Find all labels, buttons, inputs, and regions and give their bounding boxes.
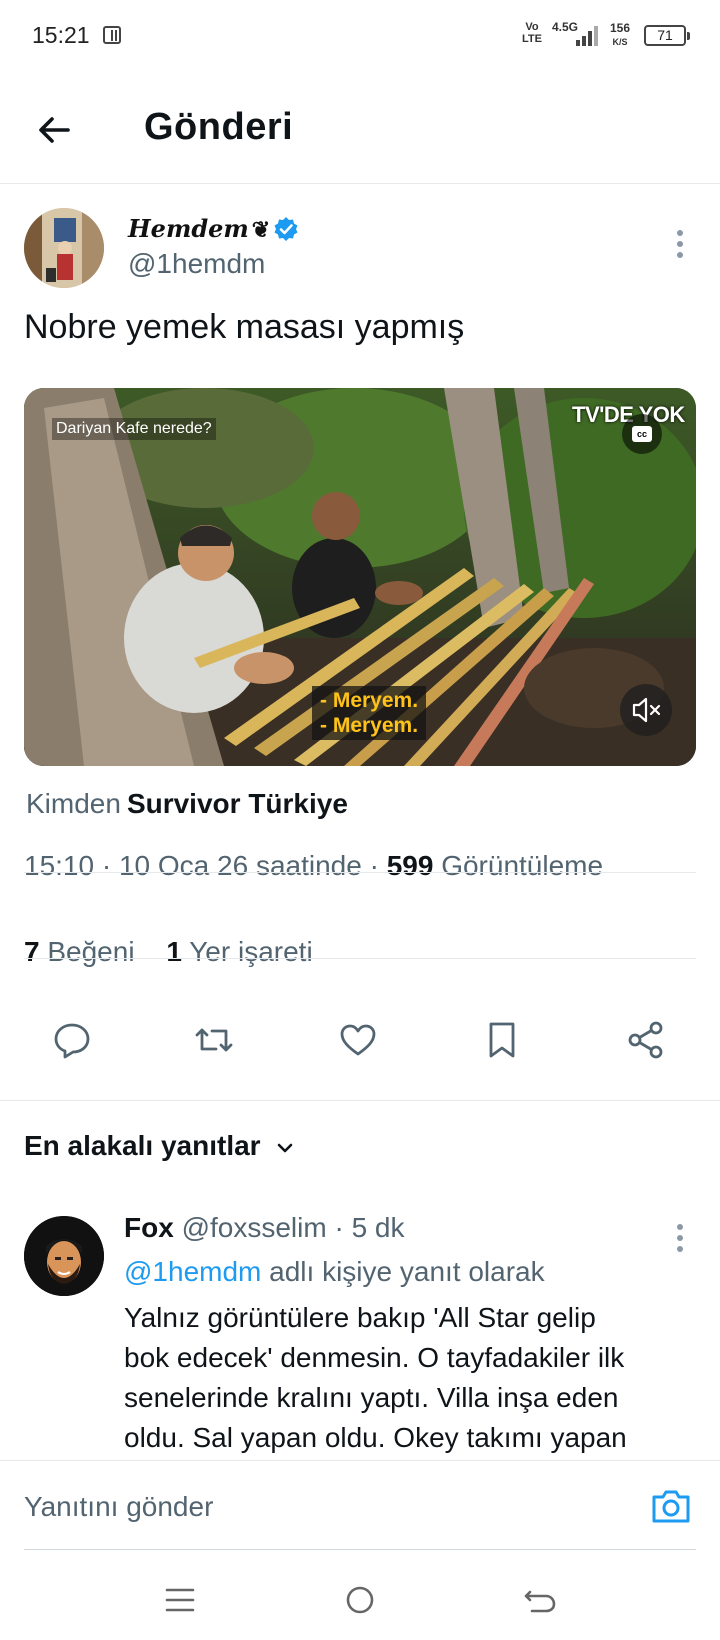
battery-level: 71	[657, 27, 673, 43]
avatar-image	[24, 208, 104, 288]
menu-icon	[165, 1588, 195, 1612]
likes-label: Beğeni	[47, 936, 135, 967]
reply-header: Fox @foxsselim · 5 dk	[124, 1212, 405, 1243]
page-title: Gönderi	[144, 106, 294, 148]
subtitle-line: - Meryem.	[320, 714, 419, 737]
camera-button[interactable]	[650, 1487, 692, 1525]
share-icon	[628, 1021, 663, 1059]
closed-captions-button[interactable]: cc	[622, 414, 662, 454]
reply-time[interactable]: 5 dk	[352, 1212, 405, 1243]
video-caption-top: Dariyan Kafe nerede?	[52, 418, 216, 440]
arrow-left-icon	[39, 117, 70, 143]
home-button[interactable]	[338, 1578, 382, 1622]
reply-more-options-button[interactable]	[664, 1218, 696, 1258]
replies-sort-label: En alakalı yanıtlar	[24, 1130, 261, 1161]
volte-indicator: Vo LTE	[522, 21, 542, 45]
back-button[interactable]	[30, 106, 78, 154]
divider	[24, 958, 696, 959]
recent-apps-button[interactable]	[158, 1578, 202, 1622]
back-arrow-icon	[524, 1590, 556, 1613]
bookmark-icon	[489, 1022, 515, 1058]
bookmarks-stat[interactable]: 1 Yer işareti	[166, 936, 312, 967]
reply-text-line: bok edecek' denmesin. O tayfadakiler ilk	[124, 1342, 625, 1373]
likes-count: 7	[24, 936, 40, 967]
volume-muted-icon	[632, 697, 661, 723]
chevron-down-icon	[278, 1143, 293, 1152]
divider	[24, 872, 696, 873]
back-nav-button[interactable]	[518, 1578, 562, 1622]
video-player[interactable]: Dariyan Kafe nerede? TV'DE YOK cc - Mery…	[24, 388, 696, 766]
bookmarks-label: Yer işareti	[189, 936, 313, 967]
status-bar: 15:21 Vo LTE 4.5G 156 K/S 71	[0, 0, 720, 72]
author-handle[interactable]: @1hemdm	[128, 248, 265, 280]
post-text: Nobre yemek masası yapmış	[24, 308, 465, 346]
post-metadata: 15:10 · 10 Oca 26 saatinde · 599 Görüntü…	[24, 850, 604, 881]
like-icon	[340, 1024, 376, 1056]
verified-badge-icon	[274, 217, 298, 241]
signal-icon	[576, 24, 598, 46]
status-time: 15:21	[32, 22, 90, 48]
avatar-image	[24, 1216, 104, 1296]
post-source: Kimden Survivor Türkiye	[26, 788, 348, 819]
battery-icon: 71	[644, 25, 690, 46]
reply-text-line: senelerinde kralını yaptı. Villa inşa ed…	[124, 1382, 619, 1413]
likes-stat[interactable]: 7 Beğeni	[24, 936, 142, 967]
post-date[interactable]: 10 Oca 26 saatinde	[119, 850, 362, 881]
retweet-icon	[195, 1028, 233, 1052]
reply-author-avatar[interactable]	[24, 1216, 104, 1296]
reply-mention-link[interactable]: @1hemdm	[124, 1256, 261, 1287]
reply-input[interactable]	[24, 1485, 624, 1529]
home-circle-icon	[346, 1586, 374, 1614]
author-avatar[interactable]	[24, 208, 104, 288]
retweet-button[interactable]	[190, 1016, 238, 1064]
cc-icon: cc	[632, 426, 652, 442]
post-stats: 7 Beğeni 1 Yer işareti	[24, 936, 337, 968]
like-button[interactable]	[334, 1016, 382, 1064]
network-type: 4.5G	[552, 20, 579, 34]
reply-icon	[54, 1023, 90, 1059]
camera-icon	[652, 1490, 690, 1523]
reply-author-name[interactable]: Fox	[124, 1212, 174, 1243]
replying-to: @1hemdm adlı kişiye yanıt olarak	[124, 1256, 545, 1287]
subtitle-line: - Meryem.	[320, 689, 419, 712]
share-button[interactable]	[622, 1016, 670, 1064]
reply-text-line: Yalnız görüntülere bakıp 'All Star gelip	[124, 1302, 596, 1333]
replies-sort-dropdown[interactable]: En alakalı yanıtlar	[24, 1130, 296, 1162]
reply-text-line: oldu. Sal yapan oldu. Okey takımı yapan	[124, 1422, 627, 1453]
author-display-name[interactable]: Hemdem ❦	[128, 214, 270, 243]
post-time[interactable]: 15:10	[24, 850, 94, 881]
mute-button[interactable]	[620, 684, 672, 736]
bookmark-button[interactable]	[478, 1016, 526, 1064]
top-app-bar: Gönderi	[0, 72, 720, 184]
reply-text: Yalnız görüntülere bakıp 'All Star gelip…	[124, 1298, 704, 1458]
section-divider	[0, 1100, 720, 1101]
reply-button[interactable]	[48, 1016, 96, 1064]
bookmarks-count: 1	[166, 936, 182, 967]
source-name-link[interactable]: Survivor Türkiye	[127, 788, 348, 819]
network-speed: 156 K/S	[609, 21, 631, 48]
views-count: 599	[386, 850, 434, 881]
input-underline	[24, 1549, 696, 1550]
system-navigation-bar	[0, 1560, 720, 1640]
post-actions	[0, 1006, 720, 1072]
video-subtitles: - Meryem. - Meryem.	[312, 686, 427, 740]
reply-compose-bar	[0, 1460, 720, 1552]
flower-emoji-icon: ❦	[251, 217, 271, 243]
views-label: Görüntüleme	[441, 850, 604, 881]
reply-author-handle[interactable]: @foxsselim	[182, 1212, 327, 1243]
notification-icon	[103, 26, 121, 44]
more-options-button[interactable]	[664, 224, 696, 264]
